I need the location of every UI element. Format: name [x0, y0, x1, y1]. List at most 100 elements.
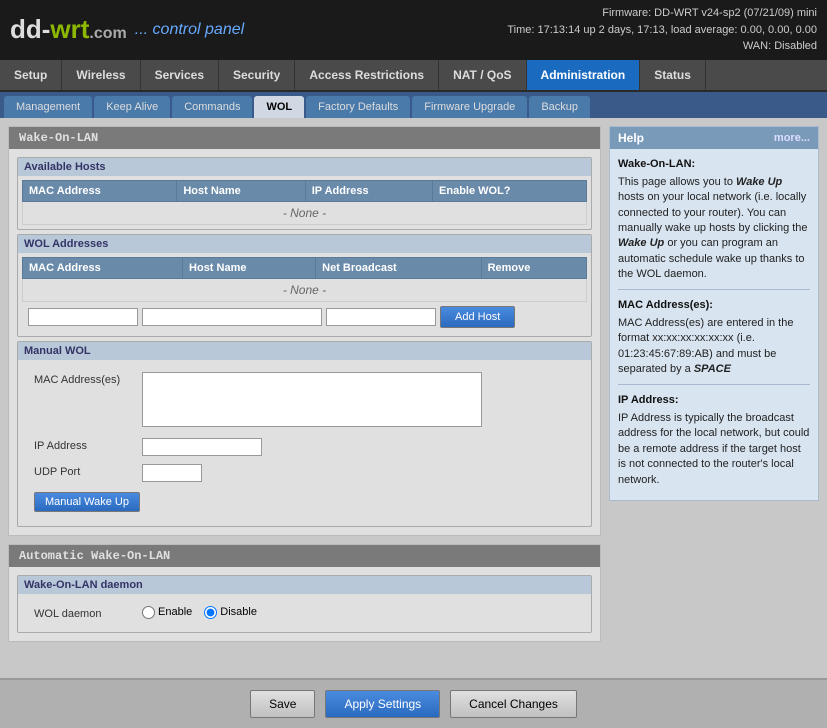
col-mac-addr: MAC Address: [23, 180, 177, 201]
cancel-changes-button[interactable]: Cancel Changes: [450, 690, 577, 718]
wol-addresses-none-row: - None -: [23, 278, 587, 301]
wake-up-italic2: Wake Up: [618, 237, 664, 249]
add-host-button[interactable]: Add Host: [440, 306, 515, 328]
disable-radio[interactable]: [204, 606, 217, 619]
logo-dd: dd-: [10, 14, 50, 44]
subtab-management[interactable]: Management: [4, 96, 92, 118]
enable-radio[interactable]: [142, 606, 155, 619]
apply-settings-button[interactable]: Apply Settings: [325, 690, 440, 718]
header-info: Firmware: DD-WRT v24-sp2 (07/21/09) mini…: [507, 5, 817, 55]
help-body: Wake-On-LAN: This page allows you to Wak…: [610, 149, 818, 500]
mac-addresses-control: [142, 372, 482, 430]
wan-status: WAN: Disabled: [507, 38, 817, 55]
subtab-factory[interactable]: Factory Defaults: [306, 96, 410, 118]
wol-title: Wake-On-LAN: [9, 127, 600, 149]
tab-access[interactable]: Access Restrictions: [295, 60, 439, 90]
logo-text: dd-wrt.com: [10, 14, 127, 45]
bottom-bar: Save Apply Settings Cancel Changes: [0, 678, 827, 728]
logo-wrt: wrt: [50, 14, 89, 44]
wol-col-net-broadcast: Net Broadcast: [316, 257, 481, 278]
sub-tabs: Management Keep Alive Commands WOL Facto…: [0, 92, 827, 118]
main-content: Wake-On-LAN Available Hosts MAC Address …: [0, 118, 827, 678]
wol-col-host: Host Name: [183, 257, 316, 278]
wake-up-italic1: Wake Up: [736, 176, 782, 188]
logo: dd-wrt.com ... control panel: [10, 14, 244, 45]
tab-nat[interactable]: NAT / QoS: [439, 60, 526, 90]
logo-panel: ... control panel: [135, 21, 244, 39]
mac-addresses-textarea[interactable]: [142, 372, 482, 427]
wol-daemon-control: Enable Disable: [142, 606, 257, 619]
logo-com: .com: [89, 25, 126, 42]
available-hosts-none-row: - None -: [23, 201, 587, 224]
enable-label[interactable]: Enable: [142, 606, 192, 619]
help-title: Help: [618, 131, 644, 145]
wol-section: Wake-On-LAN Available Hosts MAC Address …: [8, 126, 601, 536]
subtab-keepalive[interactable]: Keep Alive: [94, 96, 170, 118]
space-italic: SPACE: [694, 363, 731, 375]
ip-address-label: IP Address: [34, 438, 134, 452]
disable-label[interactable]: Disable: [204, 606, 257, 619]
add-host-row: Add Host: [22, 302, 587, 332]
wol-addresses-none: - None -: [23, 278, 587, 301]
ip-help-text: IP Address is typically the broadcast ad…: [618, 411, 810, 488]
wol-daemon-section: Wake-On-LAN daemon WOL daemon Enable Dis…: [17, 575, 592, 633]
udp-port-row: UDP Port: [26, 460, 583, 486]
help-divider2: [618, 384, 810, 385]
wol-addresses-title: WOL Addresses: [18, 235, 591, 253]
wol-addresses-section: WOL Addresses MAC Address Host Name Net …: [17, 234, 592, 337]
mac-addresses-label: MAC Address(es): [34, 372, 134, 386]
mac-help-title: MAC Address(es):: [618, 298, 810, 313]
udp-port-label: UDP Port: [34, 464, 134, 478]
wol-help-title: Wake-On-LAN:: [618, 157, 810, 172]
manual-wol-title: Manual WOL: [18, 342, 591, 360]
tab-security[interactable]: Security: [219, 60, 295, 90]
nav-tabs: Setup Wireless Services Security Access …: [0, 60, 827, 92]
ip-help-title: IP Address:: [618, 393, 810, 408]
available-hosts-table: MAC Address Host Name IP Address Enable …: [22, 180, 587, 225]
wol-help-text: This page allows you to Wake Up hosts on…: [618, 175, 810, 283]
sidebar: Help more... Wake-On-LAN: This page allo…: [609, 126, 819, 670]
disable-text: Disable: [220, 606, 257, 618]
subtab-firmware[interactable]: Firmware Upgrade: [412, 96, 527, 118]
automatic-wol-title: Automatic Wake-On-LAN: [9, 545, 600, 567]
mac-help-text: MAC Address(es) are entered in the forma…: [618, 316, 810, 378]
wol-addresses-table: MAC Address Host Name Net Broadcast Remo…: [22, 257, 587, 302]
available-hosts-section: Available Hosts MAC Address Host Name IP…: [17, 157, 592, 230]
udp-port-control: [142, 464, 202, 482]
mac-addresses-row: MAC Address(es): [26, 368, 583, 434]
wol-daemon-body: WOL daemon Enable Disable: [18, 594, 591, 632]
udp-port-input[interactable]: [142, 464, 202, 482]
tab-wireless[interactable]: Wireless: [62, 60, 140, 90]
available-hosts-body: MAC Address Host Name IP Address Enable …: [18, 176, 591, 229]
tab-services[interactable]: Services: [141, 60, 219, 90]
add-mac-input[interactable]: [28, 308, 138, 326]
wol-daemon-label: WOL daemon: [34, 606, 134, 620]
add-host-input[interactable]: [142, 308, 322, 326]
col-host-name: Host Name: [177, 180, 305, 201]
help-divider1: [618, 289, 810, 290]
available-hosts-title: Available Hosts: [18, 158, 591, 176]
wol-daemon-title: Wake-On-LAN daemon: [18, 576, 591, 594]
ip-address-row: IP Address: [26, 434, 583, 460]
manual-wol-body: MAC Address(es) IP Address UDP Port: [18, 360, 591, 526]
subtab-wol[interactable]: WOL: [254, 96, 304, 118]
subtab-backup[interactable]: Backup: [529, 96, 590, 118]
manual-wakeup-button[interactable]: Manual Wake Up: [34, 492, 140, 512]
save-button[interactable]: Save: [250, 690, 315, 718]
automatic-wol-section: Automatic Wake-On-LAN Wake-On-LAN daemon…: [8, 544, 601, 642]
wol-addresses-body: MAC Address Host Name Net Broadcast Remo…: [18, 253, 591, 336]
help-box: Help more... Wake-On-LAN: This page allo…: [609, 126, 819, 501]
tab-status[interactable]: Status: [640, 60, 706, 90]
wol-col-mac: MAC Address: [23, 257, 183, 278]
ip-address-input[interactable]: [142, 438, 262, 456]
tab-setup[interactable]: Setup: [0, 60, 62, 90]
help-header: Help more...: [610, 127, 818, 149]
tab-administration[interactable]: Administration: [527, 60, 641, 90]
col-ip-addr: IP Address: [305, 180, 432, 201]
add-ip-input[interactable]: [326, 308, 436, 326]
content-area: Wake-On-LAN Available Hosts MAC Address …: [8, 126, 601, 670]
enable-text: Enable: [158, 606, 192, 618]
wol-col-remove: Remove: [481, 257, 586, 278]
help-more-link[interactable]: more...: [774, 132, 810, 144]
subtab-commands[interactable]: Commands: [172, 96, 252, 118]
